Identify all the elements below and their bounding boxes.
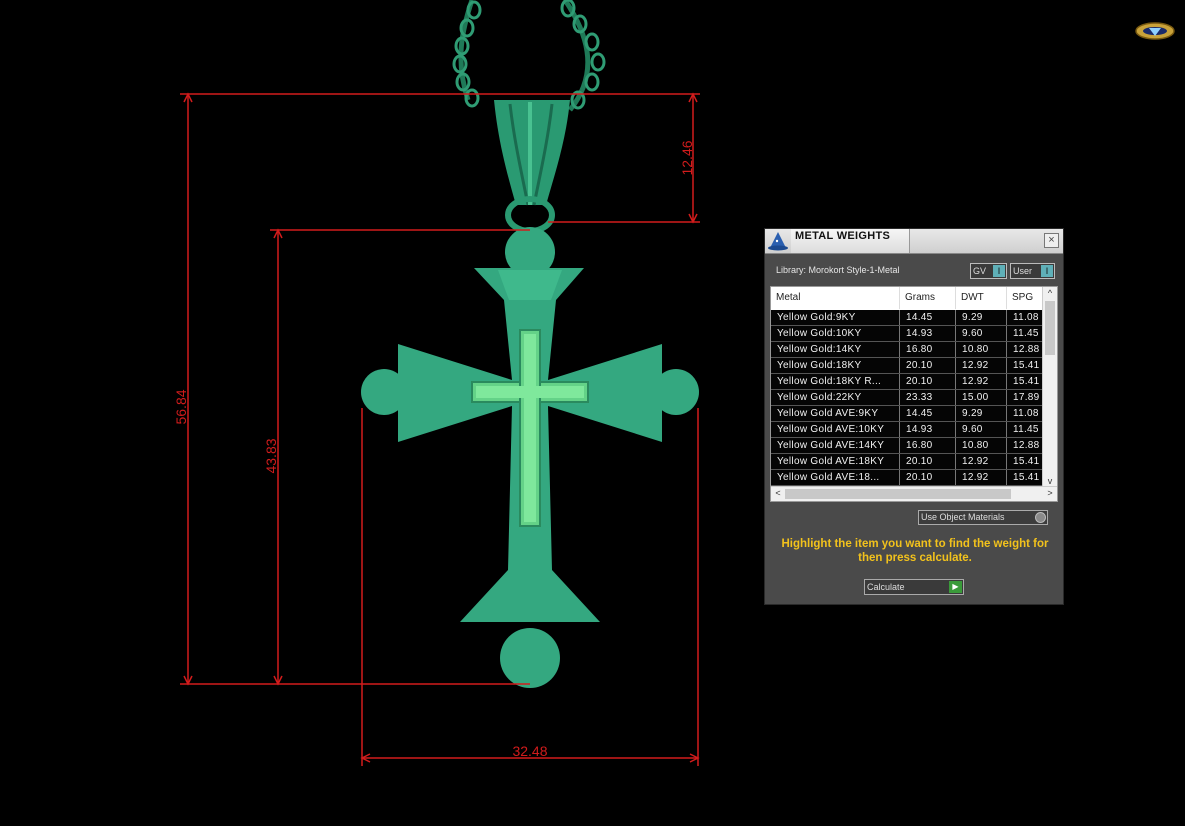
horizontal-scrollbar[interactable]: < > [771,486,1057,501]
close-button[interactable]: × [1044,233,1059,248]
column-header-grams[interactable]: Grams [900,287,956,309]
horizontal-scroll-thumb[interactable] [785,489,1011,499]
vertical-scroll-thumb[interactable] [1045,301,1055,355]
grams-cell: 16.80 [900,342,956,357]
use-object-materials-label: Use Object Materials [921,512,1005,522]
table-header: Metal Grams DWT SPG [771,287,1043,309]
column-header-metal[interactable]: Metal [771,287,900,309]
spg-cell: 11.08 [1013,312,1039,323]
grams-cell: 14.45 [900,406,956,421]
table-row[interactable]: Yellow Gold:9KY 14.45 9.29 11.08 [771,310,1043,326]
grams-cell: 20.10 [900,470,956,485]
spg-cell: 12.88 [1013,440,1040,451]
spg-cell: 15.41 [1013,472,1040,483]
grams-cell: 20.10 [900,358,956,373]
dim-body-height: 43.83 [263,438,279,473]
table-row[interactable]: Yellow Gold:18KY 20.10 12.92 15.41 [771,358,1043,374]
radio-dot-icon[interactable] [1035,512,1046,523]
dwt-cell: 9.60 [956,422,1007,437]
dwt-cell: 9.60 [956,326,1007,341]
metal-table[interactable]: Metal Grams DWT SPG Yellow Gold:9KY 14.45… [770,286,1058,502]
table-row[interactable]: Yellow Gold:18KY R... 20.10 12.92 15.41 [771,374,1043,390]
metal-cell: Yellow Gold AVE:18... [771,470,900,485]
table-row[interactable]: Yellow Gold:14KY 16.80 10.80 12.88 [771,342,1043,358]
table-body: Yellow Gold:9KY 14.45 9.29 11.08 Yellow Gold… [771,310,1043,486]
table-row[interactable]: Yellow Gold AVE:18... 20.10 12.92 15.41 [771,470,1043,486]
metal-cell: Yellow Gold:14KY [771,342,900,357]
dim-total-height: 56.84 [173,389,189,424]
spg-cell: 11.45 [1013,328,1039,339]
diamond-logo-icon [1135,22,1175,40]
metal-weights-panel: METAL WEIGHTS × Library: Morokort Style-… [764,228,1064,605]
user-toggle[interactable]: User I [1010,263,1055,279]
table-row[interactable]: Yellow Gold:22KY 23.33 15.00 17.89 [771,390,1043,406]
metal-cell: Yellow Gold:18KY R... [771,374,900,389]
dwt-cell: 10.80 [956,342,1007,357]
user-label: User [1013,266,1033,276]
gv-indicator: I [993,265,1005,277]
metal-cell: Yellow Gold:9KY [771,310,900,325]
wizard-hat-icon [768,232,788,251]
spg-cell: 15.41 [1013,376,1040,387]
instruction-text: Highlight the item you want to find the … [781,538,1049,564]
scroll-left-arrow-icon[interactable]: < [771,488,785,498]
table-row[interactable]: Yellow Gold AVE:9KY 14.45 9.29 11.08 [771,406,1043,422]
spg-cell: 11.08 [1013,408,1039,419]
grams-cell: 20.10 [900,374,956,389]
metal-cell: Yellow Gold:10KY [771,326,900,341]
metal-cell: Yellow Gold AVE:9KY [771,406,900,421]
grams-cell: 14.93 [900,326,956,341]
column-header-spg[interactable]: SPG [1007,287,1047,309]
spg-cell: 15.41 [1013,456,1040,467]
scroll-up-arrow-icon[interactable]: ^ [1043,288,1057,298]
table-row[interactable]: Yellow Gold AVE:18KY 20.10 12.92 15.41 [771,454,1043,470]
grams-cell: 20.10 [900,454,956,469]
table-row[interactable]: Yellow Gold:10KY 14.93 9.60 11.45 [771,326,1043,342]
pendant-bail [494,100,570,234]
gv-label: GV [973,266,987,276]
table-row[interactable]: Yellow Gold AVE:10KY 14.93 9.60 11.45 [771,422,1043,438]
dim-width: 32.48 [512,743,547,759]
calculate-label: Calculate [867,582,905,592]
dwt-cell: 9.29 [956,406,1007,421]
play-arrow-icon[interactable]: ▶ [949,581,962,593]
grams-cell: 16.80 [900,438,956,453]
dwt-cell: 9.29 [956,310,1007,325]
spg-cell: 12.88 [1013,344,1040,355]
user-indicator: I [1041,265,1053,277]
panel-titlebar[interactable]: METAL WEIGHTS × [765,229,1063,254]
dimension-lines [180,92,700,766]
metal-cell: Yellow Gold:22KY [771,390,900,405]
gv-toggle[interactable]: GV I [970,263,1007,279]
metal-cell: Yellow Gold AVE:18KY [771,454,900,469]
dwt-cell: 10.80 [956,438,1007,453]
dwt-cell: 12.92 [956,470,1007,485]
spg-cell: 17.89 [1013,392,1040,403]
dwt-cell: 15.00 [956,390,1007,405]
grams-cell: 14.93 [900,422,956,437]
library-label: Library: Morokort Style-1-Metal [776,265,900,275]
dwt-cell: 12.92 [956,358,1007,373]
metal-cell: Yellow Gold AVE:14KY [771,438,900,453]
vertical-scrollbar[interactable]: ^ v [1042,287,1057,487]
scroll-right-arrow-icon[interactable]: > [1043,488,1057,498]
panel-title: METAL WEIGHTS [795,230,891,242]
metal-cell: Yellow Gold AVE:10KY [771,422,900,437]
scroll-down-arrow-icon[interactable]: v [1043,476,1057,486]
dwt-cell: 12.92 [956,374,1007,389]
spg-cell: 11.45 [1013,424,1039,435]
grams-cell: 23.33 [900,390,956,405]
metal-cell: Yellow Gold:18KY [771,358,900,373]
spg-cell: 15.41 [1013,360,1040,371]
dwt-cell: 12.92 [956,454,1007,469]
use-object-materials-dropdown[interactable]: Use Object Materials [918,510,1048,525]
table-row[interactable]: Yellow Gold AVE:14KY 16.80 10.80 12.88 [771,438,1043,454]
grams-cell: 14.45 [900,310,956,325]
calculate-button[interactable]: Calculate ▶ [864,579,964,595]
cross-pendant [361,227,699,688]
column-header-dwt[interactable]: DWT [956,287,1007,309]
dim-bail-height: 12.46 [679,140,695,175]
